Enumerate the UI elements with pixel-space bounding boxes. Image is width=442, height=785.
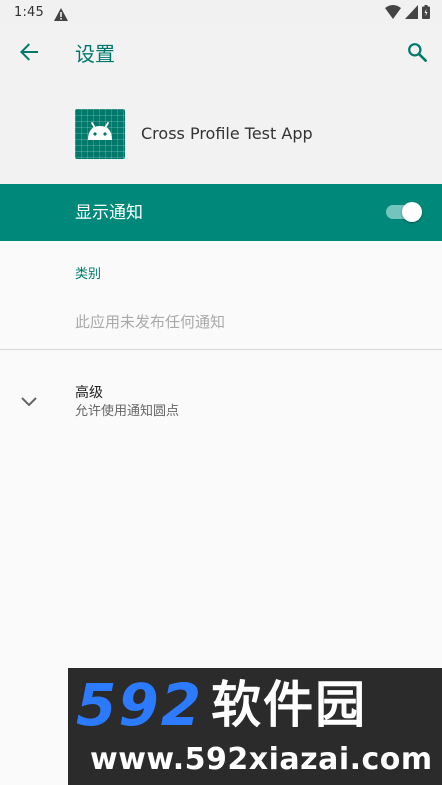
show-notifications-toggle-row[interactable]: 显示通知 — [0, 184, 442, 241]
advanced-title: 高级 — [75, 385, 103, 401]
search-button[interactable] — [404, 41, 430, 67]
wifi-icon — [385, 5, 401, 19]
chevron-down-icon — [20, 394, 38, 408]
back-arrow-icon — [19, 42, 39, 66]
advanced-summary: 允许使用通知圆点 — [75, 404, 180, 419]
advanced-row[interactable]: 高级 允许使用通知圆点 — [0, 372, 442, 432]
warning-icon — [54, 6, 68, 21]
show-notifications-label: 显示通知 — [75, 203, 143, 223]
no-notifications-message: 此应用未发布任何通知 — [75, 313, 226, 331]
app-name: Cross Profile Test App — [141, 124, 313, 143]
page-title: 设置 — [75, 42, 115, 66]
back-button[interactable] — [16, 41, 42, 67]
categories-header: 类别 — [75, 267, 102, 282]
app-header: Cross Profile Test App — [0, 83, 442, 184]
status-bar: 1:45 — [0, 0, 442, 25]
watermark-brand: 592 软件园 — [76, 674, 436, 736]
signal-icon — [405, 5, 418, 19]
watermark-brand-text: 软件园 — [211, 676, 368, 734]
battery-icon — [422, 5, 430, 19]
watermark: 592 软件园 www.592xiazai.com — [68, 668, 442, 785]
status-time: 1:45 — [14, 5, 44, 20]
show-notifications-switch[interactable] — [386, 202, 422, 223]
watermark-brand-number: 592 — [76, 671, 204, 739]
watermark-url: www.592xiazai.com — [90, 742, 433, 777]
status-icons — [385, 5, 430, 19]
search-icon — [407, 42, 428, 66]
divider — [0, 349, 442, 350]
app-icon — [75, 109, 125, 159]
switch-thumb — [402, 202, 422, 222]
app-bar: 设置 — [0, 25, 442, 83]
